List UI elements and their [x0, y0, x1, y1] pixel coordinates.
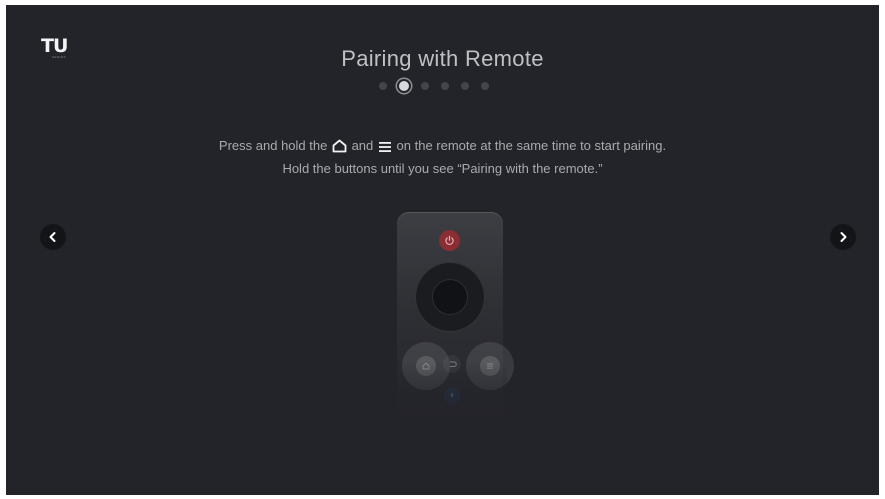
- remote-body: [397, 212, 503, 432]
- remote-illustration: [395, 212, 514, 434]
- instruction-line-1: Press and hold the and on the remote at …: [6, 136, 879, 159]
- instruction-and: and: [351, 138, 374, 153]
- home-button-highlight: [402, 342, 450, 390]
- menu-button-highlight: [466, 342, 514, 390]
- step-dot: [480, 82, 489, 90]
- step-dot: [440, 82, 449, 90]
- step-dot: [460, 82, 469, 90]
- next-button[interactable]: [830, 224, 856, 250]
- mic-button: [444, 388, 460, 404]
- chevron-left-icon: [49, 232, 56, 242]
- previous-button[interactable]: [40, 224, 66, 250]
- instruction-line-2: Hold the buttons until you see “Pairing …: [282, 161, 603, 176]
- step-dot-active: [398, 81, 409, 91]
- home-icon: [332, 139, 347, 159]
- home-button: [416, 356, 436, 376]
- step-indicator: [6, 81, 870, 91]
- mic-icon: [450, 392, 454, 397]
- power-icon: [445, 235, 454, 245]
- menu-icon: [378, 139, 392, 159]
- home-icon: [422, 362, 430, 370]
- step-dot: [420, 82, 429, 90]
- pairing-screen: TU SERIES Pairing with Remote Press and …: [6, 5, 879, 495]
- pairing-instructions: Press and hold the and on the remote at …: [6, 136, 879, 179]
- dpad-ring: [415, 262, 485, 332]
- chevron-right-icon: [840, 232, 847, 242]
- power-button: [439, 230, 460, 251]
- instruction-prefix: Press and hold the: [218, 138, 328, 153]
- dpad-center-button: [433, 280, 467, 314]
- menu-button: [480, 356, 500, 376]
- instruction-suffix: on the remote at the same time to start …: [396, 138, 667, 153]
- menu-icon: [487, 363, 493, 369]
- step-dot: [378, 82, 387, 90]
- page-title: Pairing with Remote: [341, 46, 544, 71]
